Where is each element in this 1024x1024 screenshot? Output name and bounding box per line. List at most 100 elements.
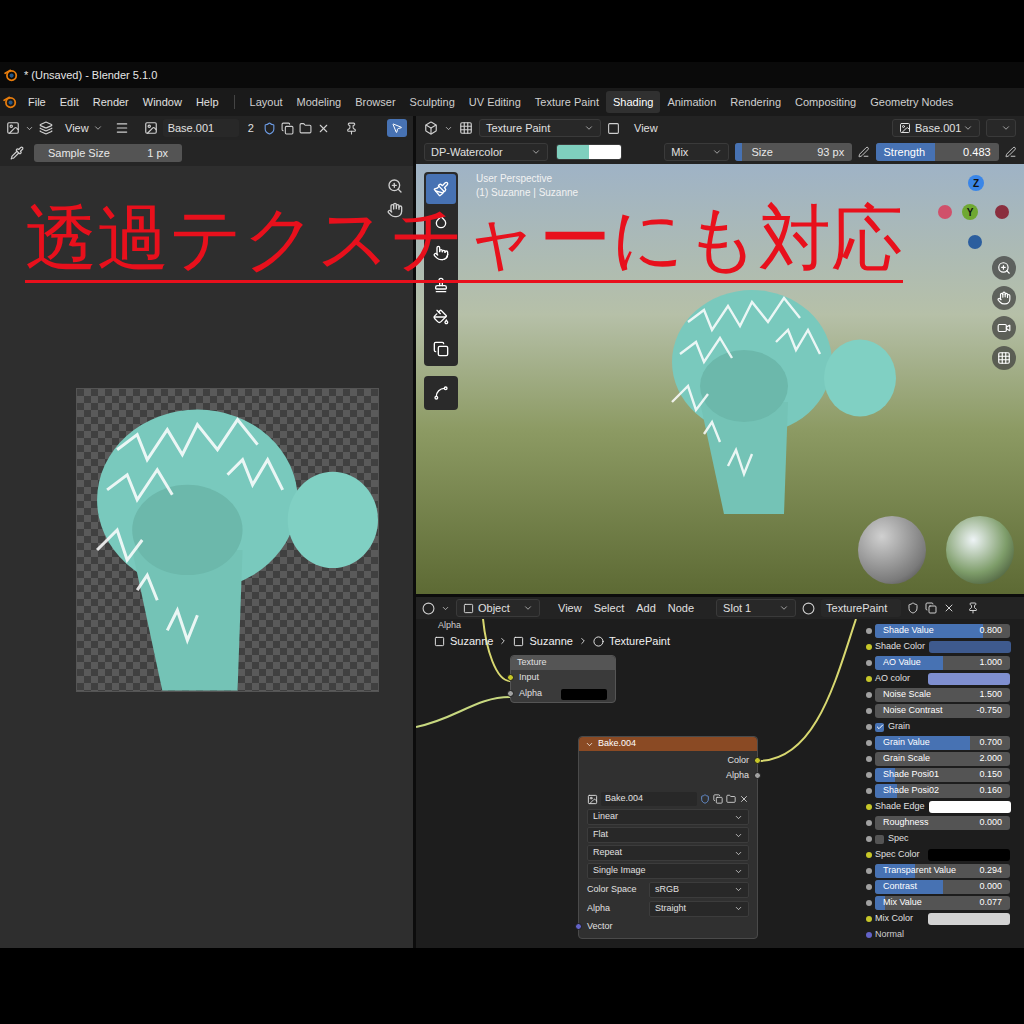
menu-item[interactable]: Help (189, 94, 226, 111)
tool-button[interactable] (426, 334, 456, 364)
input-socket[interactable] (507, 674, 514, 681)
slider-field[interactable]: Mix Value0.077 (875, 896, 1010, 910)
input-socket[interactable] (575, 923, 582, 930)
gizmo-axis[interactable] (995, 205, 1009, 219)
node-dropdown[interactable]: Flat (587, 827, 749, 843)
fake-user-icon[interactable] (907, 602, 919, 614)
nav-button[interactable] (992, 316, 1016, 340)
color-swatch[interactable] (929, 801, 1011, 813)
slider-field[interactable]: Roughness0.000 (875, 816, 1010, 830)
collapse-icon[interactable] (585, 740, 594, 749)
chevron-icon[interactable] (444, 124, 453, 133)
node-menu-item[interactable]: View (552, 600, 588, 617)
image-browse-icon[interactable] (144, 121, 158, 135)
socket-dot[interactable] (866, 772, 872, 778)
slider-field[interactable]: AO Value1.000 (875, 656, 1010, 670)
node-dropdown[interactable]: sRGB (649, 882, 749, 898)
workspace-tab[interactable]: Sculpting (403, 91, 462, 114)
material-icon[interactable] (802, 602, 815, 615)
pressure-icon[interactable] (858, 146, 869, 158)
slider-field[interactable]: Shade Value0.800 (875, 624, 1010, 638)
menu-item[interactable]: Render (86, 94, 136, 111)
workspace-tab[interactable]: Animation (660, 91, 723, 114)
editor-type-icon[interactable] (6, 121, 20, 135)
blender-menu-icon[interactable] (3, 95, 17, 109)
socket-dot[interactable] (866, 852, 872, 858)
view-menu[interactable]: View (634, 120, 658, 137)
workspace-tab[interactable]: UV Editing (462, 91, 528, 114)
strength-field[interactable]: Strength0.483 (876, 143, 999, 161)
gizmo-axis[interactable]: Y (962, 204, 978, 220)
socket-dot[interactable] (866, 836, 872, 842)
material-field[interactable]: TexturePaint (821, 599, 901, 617)
bake-node[interactable]: Bake.004ColorAlphaBake.004LinearFlatRepe… (578, 736, 758, 939)
slider-field[interactable]: Grain Value0.700 (875, 736, 1010, 750)
nav-button[interactable] (992, 346, 1016, 370)
open-icon[interactable] (726, 794, 736, 804)
pin-icon[interactable] (967, 602, 979, 614)
menu-icon[interactable] (115, 121, 129, 135)
workspace-tab[interactable]: Browser (348, 91, 402, 114)
image-name-field[interactable]: Base.001 (163, 119, 239, 137)
menu-item[interactable]: File (21, 94, 53, 111)
texture-node[interactable]: TextureInputAlpha (510, 655, 616, 703)
unlink-icon[interactable] (317, 122, 330, 135)
input-socket[interactable] (507, 690, 514, 697)
node-menu-item[interactable]: Select (588, 600, 631, 617)
duplicate-icon[interactable] (713, 794, 723, 804)
workspace-tab[interactable]: Compositing (788, 91, 863, 114)
display-icon[interactable] (607, 122, 620, 135)
fake-user-icon[interactable] (263, 122, 276, 135)
app-logo-icon[interactable] (4, 68, 18, 82)
editor-type-icon[interactable] (424, 121, 438, 135)
socket-dot[interactable] (866, 644, 872, 650)
color-swatches[interactable] (556, 144, 622, 160)
tool-button[interactable] (426, 174, 456, 204)
workspace-tab[interactable]: Geometry Nodes (863, 91, 960, 114)
image-dropdown[interactable]: Base.001 (892, 119, 980, 138)
unlink-icon[interactable] (943, 602, 955, 614)
secondary-color[interactable] (589, 145, 621, 159)
socket-dot[interactable] (866, 740, 872, 746)
workspace-tab[interactable]: Modeling (290, 91, 349, 114)
number-field[interactable]: Noise Scale1.500 (875, 688, 1010, 702)
slider-field[interactable]: Shade Posi020.160 (875, 784, 1010, 798)
slider-field[interactable]: Transparent Value0.294 (875, 864, 1010, 878)
pin-icon[interactable] (345, 122, 358, 135)
socket-dot[interactable] (866, 692, 872, 698)
workspace-tab[interactable]: Texture Paint (528, 91, 606, 114)
socket-dot[interactable] (866, 900, 872, 906)
number-field[interactable]: Grain Scale2.000 (875, 752, 1010, 766)
slider-field[interactable]: Contrast0.000 (875, 880, 1010, 894)
socket-dot[interactable] (866, 756, 872, 762)
shading-dropdown[interactable] (986, 119, 1016, 137)
nav-button[interactable] (992, 256, 1016, 280)
node-menu-item[interactable]: Node (662, 600, 700, 617)
mode-icon[interactable] (459, 121, 473, 135)
nav-button[interactable] (992, 286, 1016, 310)
socket-dot[interactable] (866, 932, 872, 938)
zoom-icon[interactable] (387, 178, 403, 194)
eyedropper-icon[interactable] (10, 146, 24, 160)
user-count[interactable]: 2 (244, 120, 258, 137)
output-socket[interactable] (754, 757, 761, 764)
image-field[interactable]: Bake.004 (601, 792, 697, 806)
color-swatch[interactable] (561, 689, 607, 700)
socket-dot[interactable] (866, 660, 872, 666)
gizmo-axis[interactable] (938, 205, 952, 219)
workspace-tab[interactable]: Rendering (723, 91, 788, 114)
open-image-icon[interactable] (299, 122, 312, 135)
sample-tool-button[interactable] (387, 119, 407, 137)
tool-button[interactable] (426, 378, 456, 408)
node-dropdown[interactable]: Linear (587, 809, 749, 825)
axis-gizmo[interactable]: ZY (932, 168, 1022, 258)
socket-dot[interactable] (866, 628, 872, 634)
checkbox[interactable] (875, 835, 884, 844)
number-field[interactable]: Noise Contrast-0.750 (875, 704, 1010, 718)
size-field[interactable]: Size93 px (735, 143, 852, 161)
socket-dot[interactable] (866, 820, 872, 826)
menu-item[interactable]: Window (136, 94, 189, 111)
socket-dot[interactable] (866, 916, 872, 922)
view-mode-icon[interactable] (39, 121, 53, 135)
image-canvas[interactable] (0, 166, 413, 948)
